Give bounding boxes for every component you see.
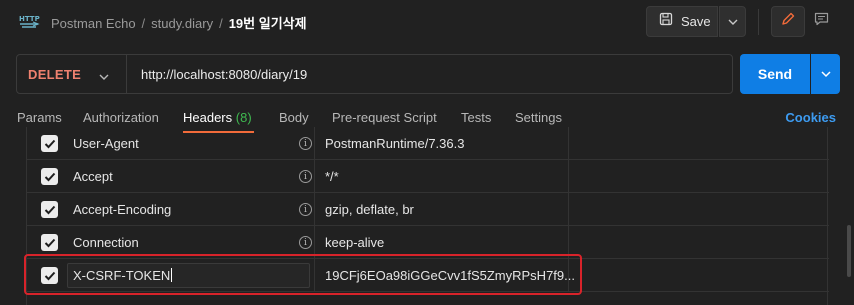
- url-bar-divider: [126, 55, 127, 93]
- comments-button[interactable]: [806, 6, 836, 37]
- breadcrumb-request-title[interactable]: 19번 일기삭제: [229, 16, 307, 31]
- tab-headers-count: (8): [235, 110, 252, 125]
- url-bar: DELETE http://localhost:8080/diary/19: [16, 54, 733, 94]
- chevron-down-icon[interactable]: [99, 68, 109, 86]
- header-key[interactable]: Accept: [73, 169, 113, 184]
- toolbar-divider: [758, 9, 759, 35]
- header-enabled-checkbox[interactable]: [41, 201, 58, 218]
- header-key[interactable]: Accept-Encoding: [73, 202, 171, 217]
- column-divider: [568, 193, 569, 225]
- column-divider: [314, 193, 315, 225]
- header-value[interactable]: gzip, deflate, br: [325, 202, 414, 217]
- table-row: Accept i */*: [27, 160, 829, 193]
- pencil-icon: [781, 12, 795, 31]
- checkmark-icon: [44, 139, 55, 148]
- send-options-button[interactable]: [811, 54, 840, 94]
- header-enabled-checkbox[interactable]: [41, 234, 58, 251]
- header-value[interactable]: */*: [325, 169, 339, 184]
- svg-text:HTTP: HTTP: [19, 15, 40, 23]
- column-divider: [568, 127, 569, 159]
- url-input[interactable]: http://localhost:8080/diary/19: [141, 67, 307, 82]
- tab-params[interactable]: Params: [17, 110, 62, 125]
- chevron-down-icon: [728, 13, 738, 31]
- breadcrumb-workspace[interactable]: Postman Echo: [51, 16, 136, 31]
- header-value[interactable]: keep-alive: [325, 235, 384, 250]
- info-icon[interactable]: i: [299, 170, 312, 183]
- tab-authorization[interactable]: Authorization: [83, 110, 159, 125]
- info-icon[interactable]: i: [299, 236, 312, 249]
- info-icon[interactable]: i: [299, 203, 312, 216]
- column-divider: [568, 160, 569, 192]
- tab-settings[interactable]: Settings: [515, 110, 562, 125]
- highlight-box: [24, 254, 582, 295]
- breadcrumb: Postman Echo / study.diary / 19번 일기삭제: [51, 13, 307, 32]
- comment-icon: [814, 12, 829, 31]
- column-divider: [314, 127, 315, 159]
- table-row: User-Agent i PostmanRuntime/7.36.3: [27, 127, 829, 160]
- header-key[interactable]: User-Agent: [73, 136, 139, 151]
- breadcrumb-separator: /: [141, 16, 146, 31]
- edit-button[interactable]: [771, 6, 805, 37]
- header-enabled-checkbox[interactable]: [41, 135, 58, 152]
- info-icon[interactable]: i: [299, 137, 312, 150]
- checkmark-icon: [44, 205, 55, 214]
- checkmark-icon: [44, 238, 55, 247]
- header-enabled-checkbox[interactable]: [41, 168, 58, 185]
- chevron-down-icon: [820, 65, 831, 83]
- header-key[interactable]: Connection: [73, 235, 139, 250]
- scrollbar[interactable]: [847, 225, 851, 277]
- tab-tests[interactable]: Tests: [461, 110, 491, 125]
- save-button-label: Save: [681, 14, 711, 29]
- tab-headers[interactable]: Headers (8): [183, 110, 252, 125]
- save-icon: [659, 12, 673, 31]
- breadcrumb-separator: /: [219, 16, 223, 31]
- send-button[interactable]: Send: [740, 54, 810, 94]
- column-divider: [314, 160, 315, 192]
- table-row: Accept-Encoding i gzip, deflate, br: [27, 193, 829, 226]
- method-select[interactable]: DELETE: [28, 67, 81, 82]
- cookies-link[interactable]: Cookies: [785, 110, 836, 125]
- header-value[interactable]: PostmanRuntime/7.36.3: [325, 136, 464, 151]
- top-bar: HTTP Postman Echo / study.diary / 19번 일기삭제 S…: [0, 0, 854, 44]
- tab-headers-label: Headers: [183, 110, 233, 125]
- save-button[interactable]: Save: [646, 6, 718, 37]
- http-icon: HTTP: [18, 10, 40, 32]
- tab-body[interactable]: Body: [279, 110, 309, 125]
- checkmark-icon: [44, 172, 55, 181]
- save-options-button[interactable]: [719, 6, 746, 37]
- breadcrumb-collection[interactable]: study.diary: [151, 16, 213, 31]
- tab-pre-request-script[interactable]: Pre-request Script: [332, 110, 437, 125]
